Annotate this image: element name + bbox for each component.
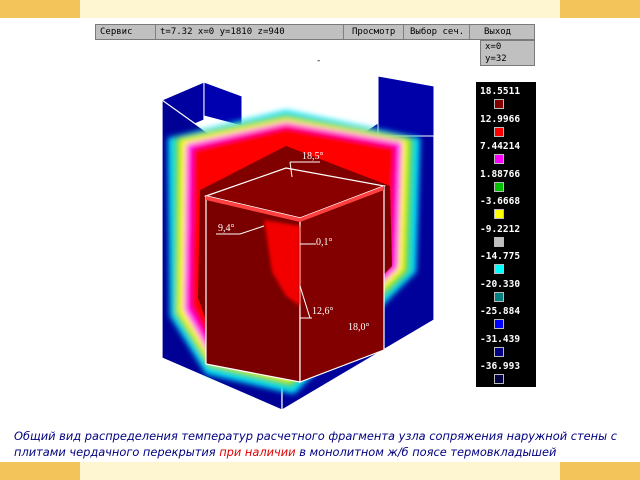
legend-value: 18.5511 [480, 86, 521, 97]
top-left-accent [0, 0, 80, 18]
menu-view[interactable]: Просмотр [344, 25, 404, 39]
legend-swatch [494, 181, 504, 192]
legend-item: -14.775 [476, 251, 536, 279]
dash-mark: - [316, 56, 322, 66]
legend-swatch [494, 126, 504, 137]
legend-item: 1.88766 [476, 169, 536, 197]
top-decor-band [0, 0, 640, 18]
legend-item: 12.9966 [476, 114, 536, 142]
legend-swatch [494, 264, 504, 274]
figure-caption: Общий вид распределения температур расче… [14, 428, 630, 460]
top-right-accent [560, 0, 640, 18]
coordinate-readout: x=0 y=32 [480, 40, 535, 66]
legend-swatch [494, 99, 504, 109]
annotation-top: 18,5° [302, 151, 324, 162]
legend-value: 1.88766 [480, 168, 521, 180]
legend-value: -36.993 [480, 361, 521, 372]
legend-value: 12.9966 [480, 113, 521, 125]
legend-item: -31.439 [476, 334, 536, 362]
coord-y: y=32 [485, 54, 507, 64]
legend-swatch [494, 236, 504, 247]
caption-highlight: при наличии [219, 445, 296, 459]
legend-swatch [494, 154, 504, 164]
legend-item: 18.5511 [476, 86, 536, 114]
legend-value: -9.2212 [480, 223, 521, 235]
caption-text-end: в монолитном ж/б поясе термовкладышей [295, 445, 557, 459]
legend-value: -31.439 [480, 333, 521, 345]
legend-item: -25.884 [476, 306, 536, 334]
bottom-right-accent [560, 462, 640, 480]
legend-value: -20.330 [480, 278, 521, 290]
legend-swatch [494, 346, 504, 357]
annotation-edge: 12,6° [312, 306, 334, 317]
bottom-left-accent [0, 462, 80, 480]
bottom-decor-band [0, 462, 640, 480]
legend-item: -20.330 [476, 279, 536, 307]
annotation-corner: 0,1° [316, 237, 333, 248]
menu-toolbar: Сервис t=7.32 x=0 y=1810 z=940 Просмотр … [95, 24, 535, 40]
legend-swatch [494, 374, 504, 384]
legend-swatch [494, 291, 504, 302]
temperature-field-render: 18,5° 9,4° 0,1° 12,6° 18,0° [160, 76, 434, 410]
legend-item: -9.2212 [476, 224, 536, 252]
menu-exit[interactable]: Выход [470, 25, 534, 39]
annotation-left: 9,4° [218, 223, 235, 234]
legend-item: -3.6668 [476, 196, 536, 224]
legend-item: -36.993 [476, 361, 536, 389]
menu-service[interactable]: Сервис [96, 25, 156, 39]
menu-select-section[interactable]: Выбор сеч. [404, 25, 470, 39]
coord-x: x=0 [485, 42, 502, 52]
legend-value: -3.6668 [480, 196, 521, 207]
legend-swatch [494, 319, 504, 329]
wall-right-block [377, 76, 434, 137]
temperature-legend: 18.5511 12.9966 7.44214 1.88766 -3.6668 -9.22… [476, 82, 536, 387]
legend-value: -14.775 [480, 251, 521, 262]
legend-value: 7.44214 [480, 141, 521, 152]
annotation-face: 18,0° [348, 322, 370, 333]
legend-swatch [494, 209, 504, 219]
legend-item: 7.44214 [476, 141, 536, 169]
legend-value: -25.884 [480, 306, 521, 317]
coords-display: t=7.32 x=0 y=1810 z=940 [156, 25, 344, 39]
